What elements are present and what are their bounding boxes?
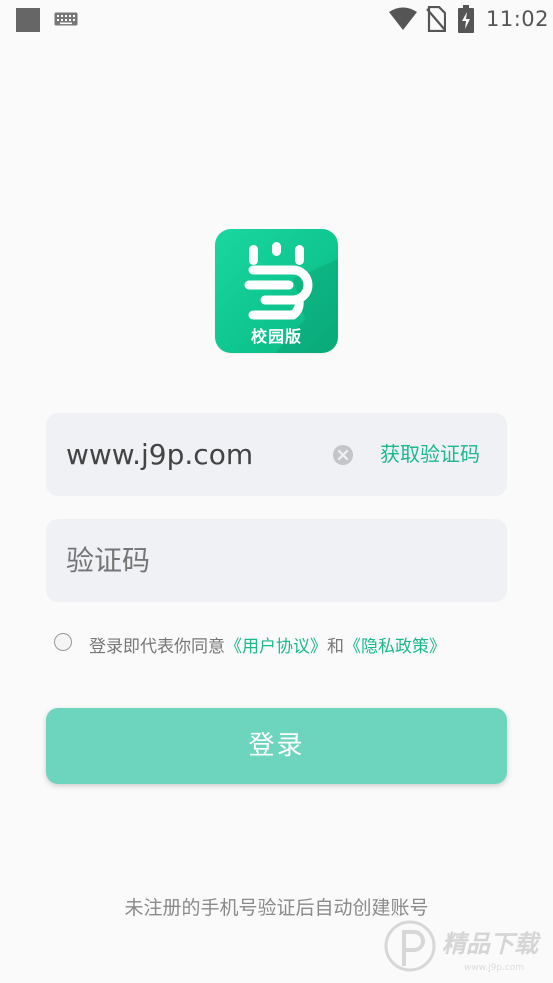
privacy-policy-link[interactable]: 《隐私政策》	[344, 637, 446, 657]
battery-charging-icon	[458, 5, 474, 33]
notification-square-icon	[16, 8, 40, 32]
keyboard-icon	[54, 12, 78, 26]
watermark: 精品下载 www.j9p.com	[384, 920, 542, 973]
login-button[interactable]: 登录	[46, 708, 507, 784]
code-field	[46, 519, 507, 602]
user-agreement-link[interactable]: 《用户协议》	[225, 637, 327, 657]
phone-input[interactable]	[66, 413, 326, 496]
status-time: 11:02	[486, 7, 550, 31]
watermark-text: 精品下载	[442, 930, 542, 958]
agreement-text: 登录即代表你同意《用户协议》和《隐私政策》	[89, 632, 446, 657]
clear-icon[interactable]	[332, 444, 354, 466]
app-logo: 校园版	[215, 229, 338, 353]
no-sim-icon	[426, 6, 446, 32]
login-screen: 11:02 校园版 获取验证码 登录即代表你同意《用户协议》和《隐私政策》 登录	[0, 0, 553, 983]
wifi-icon	[389, 7, 417, 30]
get-code-button[interactable]: 获取验证码	[380, 413, 480, 496]
agreement-row: 登录即代表你同意《用户协议》和《隐私政策》	[54, 630, 514, 657]
agreement-prefix: 登录即代表你同意	[89, 637, 225, 657]
agreement-checkbox[interactable]	[54, 633, 72, 651]
logo-label: 校园版	[250, 327, 302, 346]
watermark-subtext: www.j9p.com	[464, 963, 524, 973]
agreement-conjunction: 和	[327, 637, 344, 657]
phone-field: 获取验证码	[46, 413, 507, 496]
status-bar: 11:02	[0, 0, 553, 38]
code-input[interactable]	[66, 519, 326, 602]
